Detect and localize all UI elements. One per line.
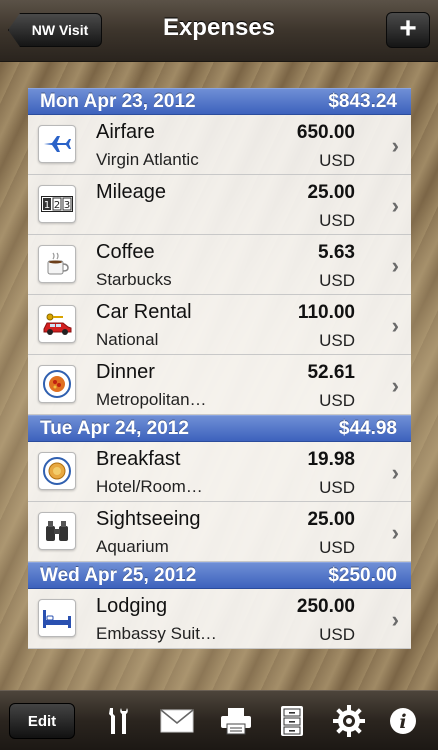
printer-icon[interactable] [219, 704, 253, 738]
expense-amount: 19.98 [307, 449, 355, 470]
gear-icon[interactable] [332, 704, 366, 738]
expense-amount: 650.00 [296, 122, 355, 143]
dinner-plate-icon [38, 365, 76, 403]
expense-name: Mileage [96, 181, 167, 203]
chevron-right-icon: › [391, 193, 399, 218]
mail-icon[interactable] [160, 704, 194, 738]
expense-row-airfare[interactable]: Airfare Virgin Atlantic 650.00 USD › [28, 115, 411, 175]
expense-row-coffee[interactable]: Coffee Starbucks 5.63 USD › [28, 235, 411, 295]
edit-button[interactable]: Edit [9, 703, 75, 739]
expense-row-dinner[interactable]: Dinner Metropolitan… 52.61 USD › [28, 355, 411, 415]
svg-text:2: 2 [54, 200, 60, 211]
section-total: $44.98 [338, 417, 397, 439]
section-date: Mon Apr 23, 2012 [40, 90, 196, 112]
expense-amount: 110.00 [297, 302, 355, 323]
chevron-right-icon: › [391, 460, 399, 485]
expense-row-mileage[interactable]: 1 2 3 Mileage 25.00 USD › [28, 175, 411, 235]
expense-currency: USD [319, 331, 355, 350]
expense-vendor: Metropolitan… [96, 390, 207, 409]
expense-amount: 250.00 [296, 596, 355, 617]
expense-vendor: Embassy Suit… [96, 624, 217, 643]
section-header: Mon Apr 23, 2012 $843.24 [28, 88, 411, 115]
expense-row-breakfast[interactable]: Breakfast Hotel/Room… 19.98 USD › [28, 442, 411, 502]
expense-amount: 25.00 [307, 509, 355, 530]
back-button[interactable]: NW Visit [8, 13, 102, 47]
chevron-right-icon: › [391, 133, 399, 158]
section-total: $250.00 [328, 564, 397, 586]
section-header: Tue Apr 24, 2012 $44.98 [28, 415, 411, 442]
svg-text:3: 3 [64, 200, 70, 211]
svg-text:1: 1 [44, 200, 50, 211]
page-title: Expenses [162, 14, 276, 41]
expense-amount: 52.61 [307, 362, 355, 383]
expense-name: Breakfast [96, 448, 181, 470]
breakfast-plate-icon [38, 452, 76, 490]
expense-name: Sightseeing [96, 508, 201, 530]
chevron-right-icon: › [391, 373, 399, 398]
expense-row-lodging[interactable]: Lodging Embassy Suit… 250.00 USD › [28, 589, 411, 649]
expense-name: Lodging [96, 595, 168, 617]
expense-name: Airfare [96, 121, 155, 143]
svg-text:i: i [399, 711, 406, 733]
expense-currency: USD [319, 271, 355, 290]
expense-currency: USD [319, 211, 355, 230]
chevron-right-icon: › [391, 313, 399, 338]
expense-vendor: National [96, 330, 159, 349]
car-key-icon [38, 305, 76, 343]
chevron-right-icon: › [391, 520, 399, 545]
expense-amount: 25.00 [307, 182, 355, 203]
expense-currency: USD [319, 151, 355, 170]
section-total: $843.24 [328, 90, 397, 112]
expense-currency: USD [319, 625, 355, 644]
expense-currency: USD [319, 478, 355, 497]
odometer-icon: 1 2 3 [38, 185, 76, 223]
coffee-cup-icon [38, 245, 76, 283]
expense-currency: USD [319, 391, 355, 410]
section-date: Wed Apr 25, 2012 [40, 564, 197, 586]
tools-icon[interactable] [101, 704, 135, 738]
airplane-icon [38, 125, 76, 163]
expense-name: Car Rental [96, 301, 192, 323]
expense-vendor: Starbucks [96, 270, 172, 289]
chevron-right-icon: › [391, 253, 399, 278]
expense-table: Mon Apr 23, 2012 $843.24 Airfare Virgin … [28, 88, 411, 649]
expense-amount: 5.63 [318, 242, 355, 263]
binoculars-icon [38, 512, 76, 550]
expense-currency: USD [319, 538, 355, 557]
add-expense-button[interactable]: + [386, 12, 430, 48]
chevron-right-icon: › [391, 607, 399, 632]
info-icon[interactable]: i [386, 704, 420, 738]
bottom-toolbar: Edit i [0, 690, 438, 750]
expense-vendor: Aquarium [96, 537, 169, 556]
expense-vendor: Virgin Atlantic [96, 150, 199, 169]
expense-name: Coffee [96, 241, 155, 263]
section-date: Tue Apr 24, 2012 [40, 417, 189, 439]
navigation-bar: NW Visit Expenses + [0, 0, 438, 62]
file-cabinet-icon[interactable] [275, 704, 309, 738]
bed-icon [38, 599, 76, 637]
expense-row-car-rental[interactable]: Car Rental National 110.00 USD › [28, 295, 411, 355]
expense-row-sightseeing[interactable]: Sightseeing Aquarium 25.00 USD › [28, 502, 411, 562]
expense-name: Dinner [96, 361, 155, 383]
section-header: Wed Apr 25, 2012 $250.00 [28, 562, 411, 589]
expense-vendor: Hotel/Room… [96, 477, 203, 496]
